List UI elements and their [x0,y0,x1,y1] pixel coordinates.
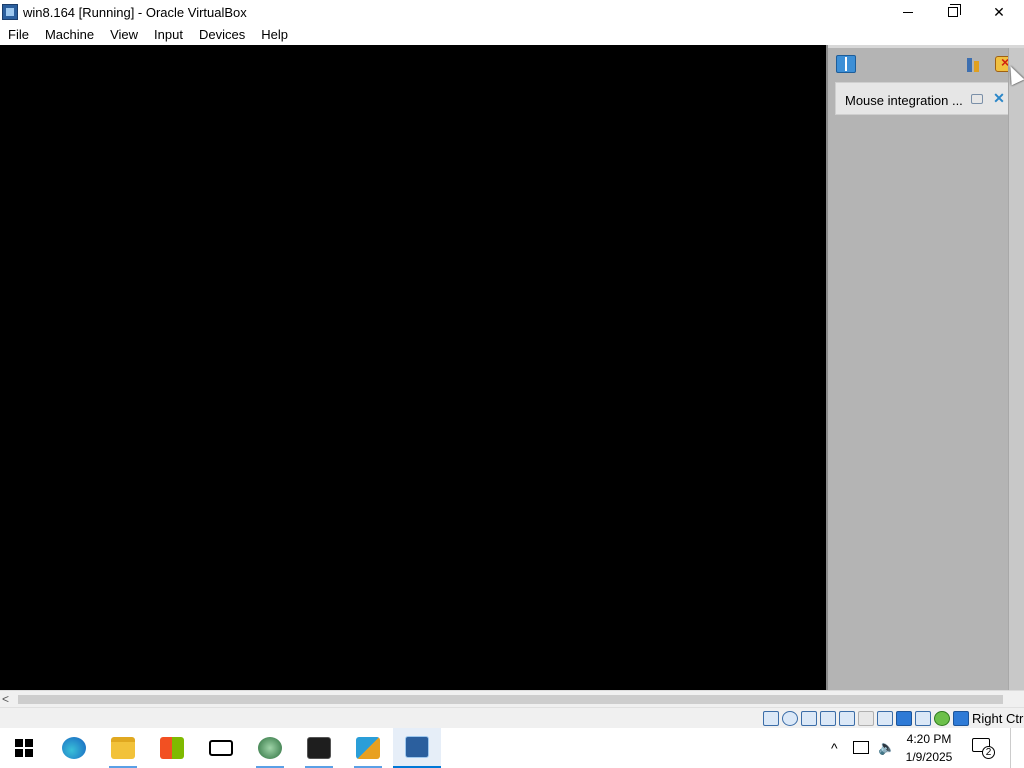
mouse-integration-icon[interactable] [953,711,969,726]
sort-icon[interactable] [964,55,984,75]
panel-scrollbar[interactable] [1008,48,1024,690]
menu-view[interactable]: View [102,24,146,45]
scrollbar-thumb[interactable] [18,695,1003,704]
network-icon[interactable] [820,711,836,726]
notification-count-badge: 2 [982,746,995,759]
taskbar-store[interactable] [148,728,196,768]
horizontal-scrollbar[interactable]: < [0,690,1024,707]
folder-icon [111,737,135,759]
taskbar-mail[interactable] [197,728,245,768]
shared-folders-icon[interactable] [858,711,874,726]
hard-disk-icon[interactable] [763,711,779,726]
minimize-button[interactable] [885,0,931,24]
system-tray: ^ 🔈 4:20 PM 1/9/2025 2 [826,728,1024,768]
network-status-icon[interactable] [853,741,869,754]
restore-button[interactable] [930,0,976,24]
vm-display[interactable] [0,45,826,690]
title-bar: win8.164 [Running] - Oracle VirtualBox ✕ [0,0,1024,24]
taskbar-file-explorer[interactable] [99,728,147,768]
video-capture-icon[interactable] [915,711,931,726]
store-icon [160,737,184,759]
virtualbox-app-icon [2,4,18,20]
restore-icon [948,4,961,17]
globe-icon [258,737,282,759]
usb-icon[interactable] [839,711,855,726]
terminal-icon [307,737,331,759]
close-icon: ✕ [993,3,1005,20]
taskbar-visual-studio[interactable] [344,728,392,768]
status-indicators [763,711,969,726]
mail-icon [209,740,233,756]
volume-icon[interactable]: 🔈 [878,739,895,756]
audio-icon[interactable] [801,711,817,726]
menu-bar: File Machine View Input Devices Help [0,24,1024,45]
taskbar-virtualbox[interactable] [393,728,441,768]
optical-drive-icon[interactable] [782,711,798,726]
taskbar-terminal[interactable] [295,728,343,768]
virtualbox-icon [405,736,429,758]
menu-file[interactable]: File [0,24,37,45]
action-center-button[interactable]: 2 [972,738,995,759]
notification-item[interactable]: Mouse integration ... ✕ [835,82,1015,115]
edge-icon [62,737,86,759]
taskbar-edge[interactable] [50,728,98,768]
notification-center-panel: Mouse integration ... ✕ [826,45,1024,690]
visual-studio-icon [356,737,380,759]
status-bar: Right Ctrl [0,707,1024,728]
virtualization-icon[interactable] [934,711,950,726]
clock[interactable]: 4:20 PM 1/9/2025 [902,730,956,766]
panel-top-edge [828,45,1024,48]
host-key-label: Right Ctrl [972,711,1024,726]
notification-text: Mouse integration ... [845,93,963,108]
notification-toolbar [828,50,1024,80]
minimize-icon [903,11,913,13]
window-title: win8.164 [Running] - Oracle VirtualBox [23,4,247,20]
menu-devices[interactable]: Devices [191,24,253,45]
windows-start-icon [15,739,33,757]
menu-machine[interactable]: Machine [37,24,102,45]
clock-time: 4:20 PM [906,732,952,746]
close-button[interactable]: ✕ [976,0,1022,24]
windows-taskbar: ^ 🔈 4:20 PM 1/9/2025 2 [0,728,1024,768]
clock-date: 1/9/2025 [905,750,953,764]
suppress-message-icon[interactable] [971,94,983,104]
show-hidden-icons-icon[interactable]: ^ [831,740,838,756]
recording-icon[interactable] [896,711,912,726]
display-icon[interactable] [877,711,893,726]
start-button[interactable] [0,728,48,768]
menu-input[interactable]: Input [146,24,191,45]
menu-help[interactable]: Help [253,24,296,45]
scroll-left-icon[interactable]: < [2,692,9,706]
taskbar-network-app[interactable] [246,728,294,768]
open-book-icon[interactable] [836,55,856,73]
close-notification-icon[interactable]: ✕ [993,91,1005,105]
show-desktop-button[interactable] [1010,728,1024,768]
